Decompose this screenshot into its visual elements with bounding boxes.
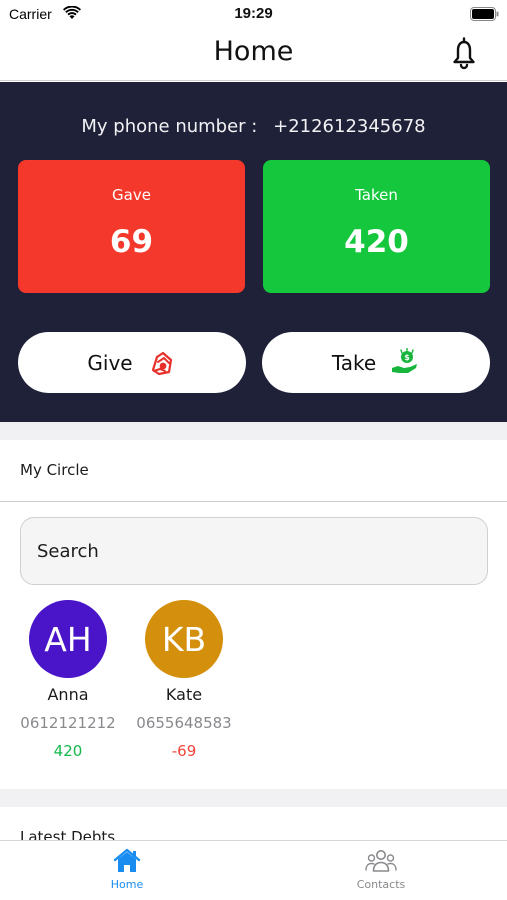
avatar-initials: AH <box>44 619 92 659</box>
avatar: AH <box>29 600 107 678</box>
contacts-icon <box>365 850 397 872</box>
give-money-icon <box>151 351 172 375</box>
search-field[interactable] <box>20 517 488 585</box>
taken-value: 420 <box>344 224 409 260</box>
tab-contacts-label: Contacts <box>356 878 406 891</box>
bell-icon[interactable] <box>449 36 479 70</box>
contact-name: Anna <box>47 685 89 704</box>
avatar: KB <box>145 600 223 678</box>
phone-number-value: +212612345678 <box>273 116 426 137</box>
battery-icon <box>470 7 499 21</box>
my-circle-title: My Circle <box>20 461 89 479</box>
home-icon <box>113 848 141 872</box>
contact-name: Kate <box>165 685 203 704</box>
tab-contacts[interactable]: Contacts <box>254 841 507 900</box>
contact-balance: 420 <box>53 742 83 760</box>
gave-card: Gave 69 <box>18 160 245 293</box>
clock: 19:29 <box>234 5 273 22</box>
navigation-bar: Home <box>0 28 507 81</box>
contact-phone: 0655648583 <box>136 714 232 732</box>
tab-home[interactable]: Home <box>0 841 254 900</box>
summary-panel: My phone number : +212612345678 Gave 69 … <box>0 82 507 422</box>
give-button[interactable]: Give <box>18 332 246 393</box>
status-bar: Carrier 19:29 <box>0 0 507 28</box>
svg-text:$: $ <box>404 353 410 362</box>
phone-number-label: My phone number : <box>81 116 258 137</box>
gave-value: 69 <box>109 224 154 260</box>
tab-bar: Home Contacts <box>0 840 507 900</box>
search-input[interactable] <box>21 518 487 584</box>
divider-line <box>0 501 507 502</box>
contact-card-kate[interactable]: KB Kate 0655648583 -69 <box>129 600 239 760</box>
give-button-label: Give <box>87 350 133 375</box>
take-button[interactable]: Take $ <box>262 332 490 393</box>
gave-label: Gave <box>112 186 151 204</box>
take-money-icon: $ <box>392 347 418 373</box>
contact-phone: 0612121212 <box>20 714 116 732</box>
contact-balance: -69 <box>171 742 197 760</box>
contact-card-anna[interactable]: AH Anna 0612121212 420 <box>13 600 123 760</box>
taken-label: Taken <box>355 186 398 204</box>
avatar-initials: KB <box>161 619 207 659</box>
tab-home-label: Home <box>110 878 144 891</box>
taken-card: Taken 420 <box>263 160 490 293</box>
take-button-label: Take <box>331 350 377 375</box>
section-divider <box>0 422 507 440</box>
phone-number-row: My phone number : +212612345678 <box>0 116 507 137</box>
section-divider <box>0 789 507 807</box>
page-title: Home <box>213 36 294 67</box>
